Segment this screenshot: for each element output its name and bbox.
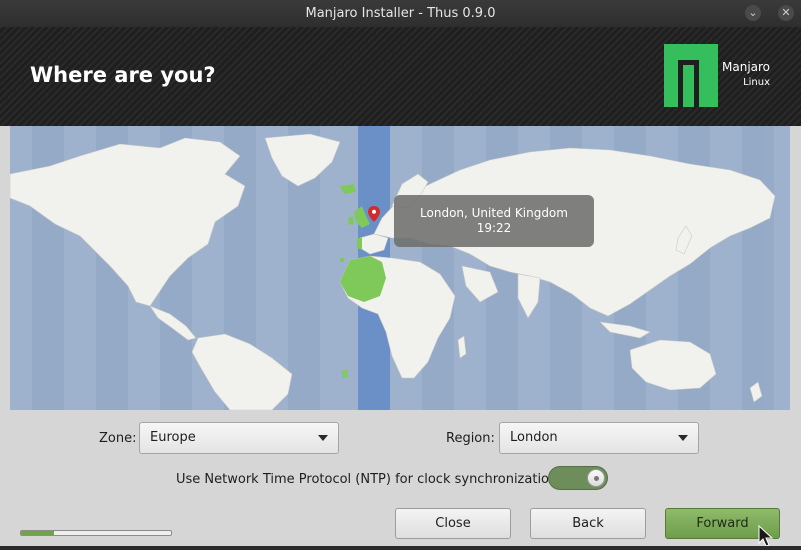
- region-label: Region:: [446, 431, 495, 446]
- logo-subtitle: Linux: [743, 77, 771, 88]
- minimize-icon[interactable]: ⌄: [745, 5, 761, 21]
- back-button[interactable]: Back: [530, 508, 646, 539]
- window-bottom-edge: [0, 546, 801, 550]
- toggle-knob[interactable]: [587, 469, 605, 487]
- close-window-icon[interactable]: ✕: [778, 5, 794, 21]
- install-progress-bar: [20, 530, 172, 536]
- chevron-down-icon: [318, 435, 328, 441]
- page-header: Where are you? Manjaro Linux: [0, 27, 801, 126]
- region-combobox[interactable]: London: [499, 422, 699, 454]
- zone-label: Zone:: [99, 431, 137, 446]
- location-pin-icon: [368, 206, 380, 222]
- manjaro-logo-icon: [664, 44, 718, 107]
- window-title: Manjaro Installer - Thus 0.9.0: [305, 6, 496, 21]
- close-button[interactable]: Close: [395, 508, 511, 539]
- ntp-label: Use Network Time Protocol (NTP) for cloc…: [176, 472, 558, 487]
- progress-fill: [21, 531, 54, 535]
- window-titlebar: Manjaro Installer - Thus 0.9.0 ⌄ ✕: [0, 0, 801, 27]
- timezone-map[interactable]: [10, 126, 790, 410]
- world-map[interactable]: [10, 126, 790, 410]
- tooltip-time: 19:22: [476, 221, 512, 235]
- logo-name: Manjaro: [722, 60, 771, 74]
- timezone-tooltip: London, United Kingdom 19:22: [394, 195, 594, 247]
- zone-value: Europe: [150, 430, 196, 445]
- chevron-down-icon: [678, 435, 688, 441]
- page-title: Where are you?: [30, 63, 216, 87]
- logo-text: Manjaro Linux: [722, 60, 770, 90]
- mouse-cursor-icon: [758, 525, 774, 547]
- region-value: London: [510, 430, 558, 445]
- zone-combobox[interactable]: Europe: [139, 422, 339, 454]
- ntp-toggle[interactable]: [548, 466, 608, 490]
- tooltip-location: London, United Kingdom: [420, 206, 568, 220]
